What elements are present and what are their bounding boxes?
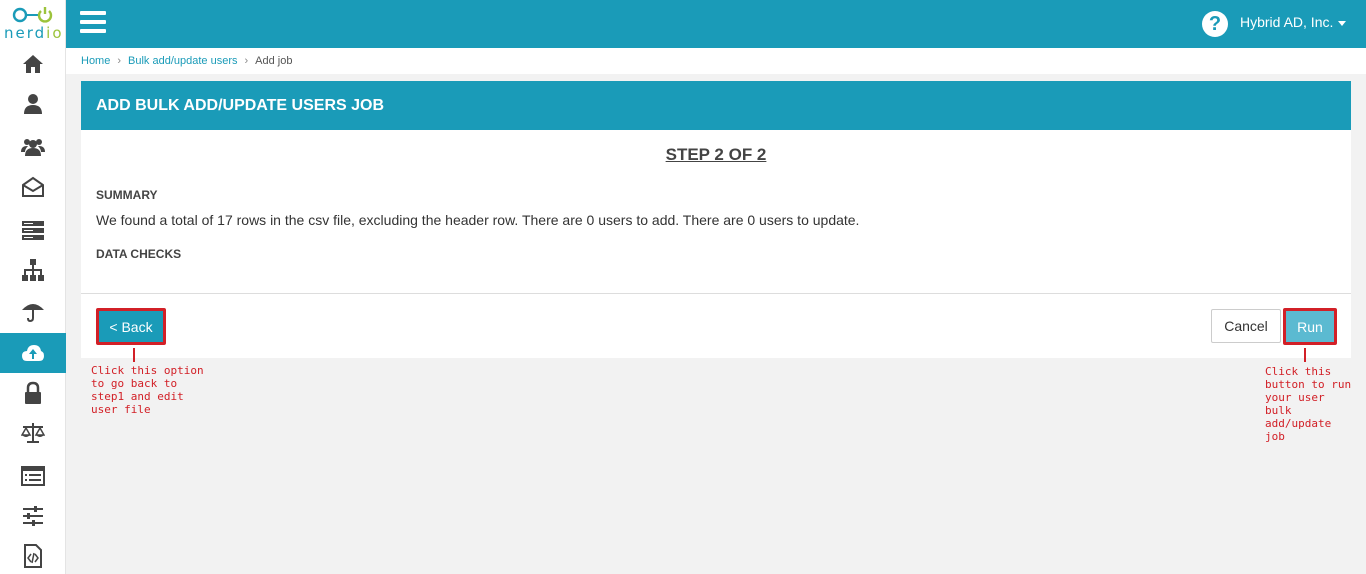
page-title: ADD BULK ADD/UPDATE USERS JOB bbox=[81, 81, 1351, 130]
top-bar: ? Hybrid AD, Inc. bbox=[66, 0, 1366, 48]
sidebar-item-security[interactable] bbox=[0, 373, 66, 413]
company-name: Hybrid AD, Inc. bbox=[1240, 14, 1334, 30]
summary-title: SUMMARY bbox=[96, 188, 158, 202]
sidebar: nerdio bbox=[0, 0, 66, 574]
logo-mark-icon bbox=[12, 7, 53, 23]
help-icon[interactable]: ? bbox=[1202, 11, 1228, 37]
sidebar-item-users[interactable] bbox=[0, 84, 66, 124]
back-annotation: Click this option to go back to step1 an… bbox=[91, 364, 204, 416]
back-annotation-line bbox=[133, 348, 135, 362]
code-file-icon bbox=[24, 544, 42, 568]
mailbox-icon bbox=[22, 176, 44, 197]
cancel-button[interactable]: Cancel bbox=[1211, 309, 1281, 343]
sidebar-item-mail[interactable] bbox=[0, 167, 66, 207]
sidebar-item-settings[interactable] bbox=[0, 496, 66, 536]
caret-down-icon bbox=[1338, 20, 1347, 26]
job-panel: STEP 2 OF 2 SUMMARY We found a total of … bbox=[81, 130, 1351, 358]
cloud-upload-icon bbox=[22, 345, 44, 361]
breadcrumb-separator: › bbox=[117, 55, 122, 67]
scales-icon bbox=[21, 423, 45, 443]
sidebar-item-servers[interactable] bbox=[0, 210, 66, 250]
user-icon bbox=[24, 94, 42, 114]
sidebar-item-home[interactable] bbox=[0, 44, 66, 84]
nerdio-logo[interactable]: nerdio bbox=[0, 0, 66, 48]
users-group-icon bbox=[21, 139, 45, 156]
breadcrumb-separator: › bbox=[244, 55, 249, 67]
sidebar-item-scripts[interactable] bbox=[0, 536, 66, 574]
umbrella-icon bbox=[22, 304, 44, 322]
step-indicator: STEP 2 OF 2 bbox=[665, 145, 767, 164]
breadcrumb-bulk-users[interactable]: Bulk add/update users bbox=[128, 55, 237, 67]
breadcrumb-current: Add job bbox=[255, 55, 293, 67]
home-icon bbox=[23, 55, 43, 73]
sliders-icon bbox=[23, 506, 43, 526]
run-annotation-line bbox=[1304, 348, 1306, 362]
sidebar-item-reports[interactable] bbox=[0, 456, 66, 496]
breadcrumb: Home › Bulk add/update users › Add job bbox=[66, 48, 1366, 74]
list-icon bbox=[21, 466, 45, 486]
company-dropdown[interactable]: Hybrid AD, Inc. bbox=[1240, 14, 1347, 30]
sidebar-item-groups[interactable] bbox=[0, 127, 66, 167]
org-chart-icon bbox=[22, 259, 44, 281]
run-button[interactable]: Run bbox=[1283, 308, 1337, 345]
logo-text: nerdio bbox=[4, 24, 64, 42]
divider bbox=[81, 293, 1351, 294]
sidebar-item-bulk-upload[interactable] bbox=[0, 333, 66, 373]
breadcrumb-home[interactable]: Home bbox=[81, 55, 110, 67]
run-annotation: Click this button to run your user bulk … bbox=[1265, 365, 1352, 443]
sidebar-item-org[interactable] bbox=[0, 250, 66, 290]
servers-icon bbox=[22, 221, 44, 240]
data-checks-title: DATA CHECKS bbox=[96, 247, 182, 261]
back-button[interactable]: < Back bbox=[96, 308, 166, 345]
summary-text: We found a total of 17 rows in the csv f… bbox=[96, 212, 860, 228]
lock-icon bbox=[25, 381, 41, 404]
menu-toggle-icon[interactable] bbox=[80, 11, 106, 35]
sidebar-item-backup[interactable] bbox=[0, 290, 66, 330]
sidebar-item-compliance[interactable] bbox=[0, 413, 66, 453]
